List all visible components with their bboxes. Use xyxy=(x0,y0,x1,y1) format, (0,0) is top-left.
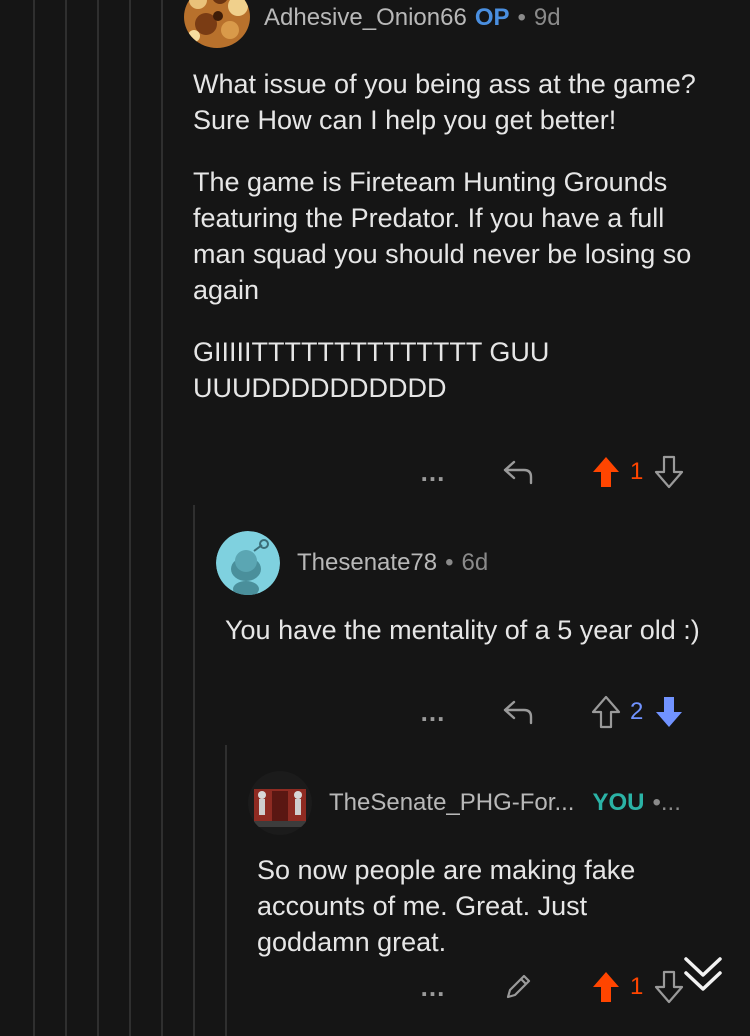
vote-score: 2 xyxy=(630,698,644,725)
comment-actions: ... 2 xyxy=(418,692,687,732)
comment-actions: ... 1 xyxy=(418,967,687,1007)
comment-actions: ... 1 xyxy=(418,452,687,492)
separator: •... xyxy=(652,789,681,816)
downvote-arrow-icon[interactable] xyxy=(651,454,687,490)
thread-line[interactable] xyxy=(193,505,195,1036)
vote-score: 1 xyxy=(630,458,644,485)
separator: • xyxy=(517,4,526,31)
comment-meta: Adhesive_Onion66 OP • 9d xyxy=(264,4,561,32)
comment-thread-screen: Adhesive_Onion66 OP • 9d What issue of y… xyxy=(0,0,750,1036)
comment-paragraph: So now people are making fake accounts o… xyxy=(257,855,636,957)
thread-line[interactable] xyxy=(65,0,67,1036)
thread-line[interactable] xyxy=(225,745,227,1036)
double-chevron-down-icon xyxy=(684,957,722,991)
avatar[interactable] xyxy=(248,771,312,835)
op-badge: OP xyxy=(474,4,510,31)
comment-body: You have the mentality of a 5 year old :… xyxy=(225,612,715,674)
upvote-arrow-icon[interactable] xyxy=(588,454,624,490)
you-badge: YOU xyxy=(592,789,645,816)
scroll-next-button[interactable] xyxy=(672,943,734,1005)
comment-age: 9d xyxy=(533,4,561,31)
comment-paragraph: The game is Fireteam Hunting Grounds fea… xyxy=(193,167,692,305)
comment-body: So now people are making fake accounts o… xyxy=(257,852,707,986)
comment-body: What issue of you being ass at the game?… xyxy=(193,66,718,432)
author-name[interactable]: TheSenate_PHG-For... xyxy=(329,789,574,817)
vote-score: 1 xyxy=(630,973,644,1000)
comment-paragraph: You have the mentality of a 5 year old :… xyxy=(225,615,700,645)
avatar[interactable] xyxy=(184,0,250,48)
reply-icon[interactable] xyxy=(500,454,536,490)
author-name[interactable]: Adhesive_Onion66 xyxy=(264,4,467,32)
comment-paragraph: What issue of you being ass at the game?… xyxy=(193,69,696,135)
comment-age: 6d xyxy=(461,549,489,576)
thread-line[interactable] xyxy=(161,0,163,1036)
edit-pencil-icon[interactable] xyxy=(500,969,536,1005)
comment-meta: Thesenate78 • 6d xyxy=(297,549,488,577)
upvote-arrow-icon[interactable] xyxy=(588,694,624,730)
thread-line[interactable] xyxy=(97,0,99,1036)
thread-line[interactable] xyxy=(33,0,35,1036)
upvote-arrow-icon[interactable] xyxy=(588,969,624,1005)
reply-icon[interactable] xyxy=(500,694,536,730)
comment-paragraph: GIIIIITTTTTTTTTTTTTT GUUUUUDDDDDDDDDD xyxy=(193,337,550,403)
downvote-arrow-icon[interactable] xyxy=(651,694,687,730)
comment-meta: TheSenate_PHG-For... YOU •... xyxy=(329,789,689,817)
separator: • xyxy=(445,549,454,576)
author-name[interactable]: Thesenate78 xyxy=(297,549,437,577)
more-options-button[interactable]: ... xyxy=(418,457,448,488)
more-options-button[interactable]: ... xyxy=(418,697,448,728)
thread-line[interactable] xyxy=(129,0,131,1036)
more-options-button[interactable]: ... xyxy=(418,972,448,1003)
avatar[interactable] xyxy=(216,531,280,595)
